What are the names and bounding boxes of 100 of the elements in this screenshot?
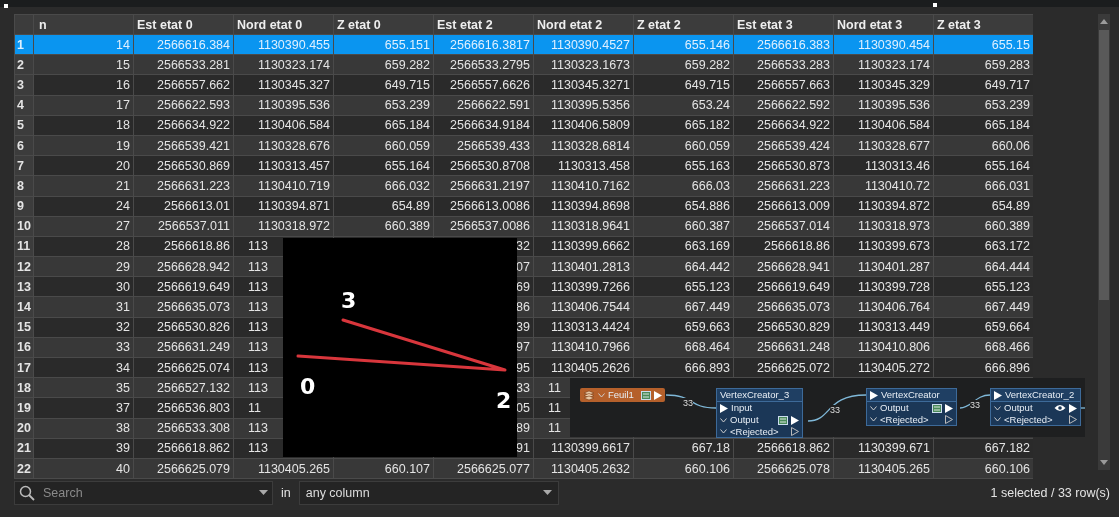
table-cell: 665.184 (333, 115, 434, 136)
column-header[interactable]: Z etat 2 (633, 14, 734, 35)
row-number[interactable]: 21 (14, 438, 34, 459)
row-number[interactable]: 15 (14, 317, 34, 338)
search-box[interactable]: Search (14, 481, 273, 505)
table-cell: 2566622.592 (733, 95, 834, 116)
scrollbar-thumb[interactable] (1099, 30, 1109, 300)
table-cell: 1130390.454 (833, 34, 934, 55)
column-header[interactable]: Nord etat 2 (533, 14, 634, 35)
table-cell: 29 (33, 256, 134, 277)
table-cell: 1130313.457 (233, 155, 334, 176)
table-cell: 1130401.287 (833, 256, 934, 277)
table-cell: 2566530.829 (733, 317, 834, 338)
table-cell: 2566628.941 (733, 256, 834, 277)
node-title: VertexCreator_3 (720, 389, 790, 401)
table-cell: 659.663 (633, 317, 734, 338)
table-cell: 1130405.2626 (533, 357, 634, 378)
table-cell: 2566557.663 (733, 74, 834, 96)
layers-icon (583, 389, 595, 401)
table-cell: 2566631.223 (733, 175, 834, 196)
transformer-node[interactable]: VertexCreator_3 Input Output <Rejected> (716, 388, 803, 438)
transformer-node[interactable]: VertexCreator_2 Output <Rejected> (990, 388, 1081, 426)
table-cell: 1130401.2813 (533, 256, 634, 277)
table-cell: 654.886 (633, 196, 734, 217)
connector-line (807, 394, 867, 422)
table-cell: 660.059 (333, 135, 434, 156)
row-number[interactable]: 7 (14, 155, 34, 176)
eye-icon[interactable] (1054, 404, 1066, 412)
table-cell: 1130323.174 (833, 54, 934, 75)
port-arrow-icon[interactable] (994, 390, 1002, 400)
table-cell: 1130410.806 (833, 337, 934, 358)
table-cell: 2566619.649 (133, 276, 234, 297)
vertical-scrollbar[interactable] (1098, 14, 1110, 470)
table-cell: 1130345.329 (833, 74, 934, 96)
table-cell: 668.464 (633, 337, 734, 358)
column-header[interactable]: Est etat 3 (733, 14, 834, 35)
column-header[interactable]: Est etat 2 (433, 14, 534, 35)
table-cell: 660.107 (333, 458, 434, 479)
table-cell: 654.89 (333, 196, 434, 217)
row-number[interactable]: 20 (14, 418, 34, 439)
port-arrow-icon[interactable] (720, 403, 728, 413)
row-number[interactable]: 9 (14, 196, 34, 217)
row-number[interactable]: 18 (14, 377, 34, 398)
column-header[interactable]: Nord etat 3 (833, 14, 934, 35)
row-number[interactable]: 17 (14, 357, 34, 378)
table-cell: 38 (33, 418, 134, 439)
search-field[interactable]: Search (41, 482, 253, 504)
column-dropdown[interactable]: any column (298, 481, 559, 505)
table-cell: 2566557.6626 (433, 74, 534, 96)
column-header[interactable]: Est etat 0 (133, 14, 234, 35)
filter-label: in (281, 484, 291, 502)
table-cell: 2566616.384 (133, 34, 234, 55)
table-cell: 2566625.072 (733, 357, 834, 378)
table-cell: 1130406.5809 (533, 115, 634, 136)
row-number[interactable]: 10 (14, 216, 34, 237)
table-cell: 649.715 (633, 74, 734, 96)
row-number[interactable]: 3 (14, 74, 34, 96)
row-number[interactable]: 19 (14, 397, 34, 419)
column-header[interactable]: Z etat 0 (333, 14, 434, 35)
resize-handle[interactable] (933, 3, 937, 7)
row-number[interactable]: 6 (14, 135, 34, 156)
table-cell: 664.442 (633, 256, 734, 277)
table-cell: 2566537.011 (133, 216, 234, 237)
connector-line (959, 394, 991, 409)
table-cell: 2566628.942 (133, 256, 234, 277)
row-number[interactable]: 4 (14, 95, 34, 116)
table-cell: 655.123 (633, 276, 734, 297)
table-cell: 37 (33, 397, 134, 419)
transformer-node[interactable]: VertexCreator Output <Rejected> (866, 388, 957, 426)
row-number[interactable]: 12 (14, 256, 34, 277)
row-number[interactable]: 2 (14, 54, 34, 75)
table-cell: 655.151 (333, 34, 434, 55)
table-cell: 659.282 (633, 54, 734, 75)
row-number[interactable]: 16 (14, 337, 34, 358)
row-number[interactable]: 13 (14, 276, 34, 297)
table-cell: 21 (33, 175, 134, 196)
row-number[interactable]: 5 (14, 115, 34, 136)
dropdown-caret-icon[interactable] (259, 490, 268, 496)
port-label: Output (730, 414, 759, 426)
table-cell: 649.715 (333, 74, 434, 96)
table-cell: 2566625.078 (733, 458, 834, 479)
table-cell: 2566539.424 (733, 135, 834, 156)
table-cell: 667.449 (633, 296, 734, 318)
port-arrow-icon[interactable] (870, 390, 878, 400)
table-cell: 655.163 (633, 155, 734, 176)
table-cell: 659.282 (333, 54, 434, 75)
row-number[interactable]: 22 (14, 458, 34, 479)
resize-handle[interactable] (4, 4, 8, 8)
port-label: Input (731, 402, 753, 414)
inspect-icon[interactable] (932, 403, 942, 413)
table-cell: 1130345.327 (233, 74, 334, 96)
row-number[interactable]: 8 (14, 175, 34, 196)
table-cell: 2566613.01 (133, 196, 234, 217)
table-cell: 2566631.248 (733, 337, 834, 358)
column-header[interactable]: Nord etat 0 (233, 14, 334, 35)
column-header[interactable]: n (33, 14, 134, 35)
inspect-icon[interactable] (778, 415, 788, 425)
row-number[interactable]: 14 (14, 296, 34, 318)
row-number[interactable]: 11 (14, 236, 34, 257)
column-header[interactable]: Z etat 3 (933, 14, 1033, 35)
